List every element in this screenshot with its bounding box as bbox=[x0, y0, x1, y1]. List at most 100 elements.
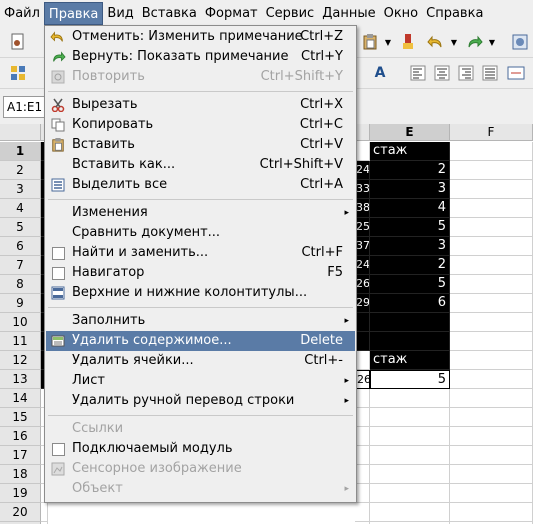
row-header[interactable]: 2 bbox=[0, 161, 41, 180]
cell-d[interactable]: 25 bbox=[355, 218, 370, 237]
row-header[interactable]: 20 bbox=[0, 503, 41, 522]
row-header[interactable]: 18 bbox=[0, 465, 41, 484]
cell-f[interactable] bbox=[450, 256, 533, 275]
menu-view[interactable]: Вид bbox=[103, 2, 137, 25]
cell-e[interactable]: 2 bbox=[370, 161, 450, 180]
menu-item-paste[interactable]: Вставить Ctrl+V bbox=[46, 135, 355, 155]
column-header-e[interactable]: E bbox=[370, 124, 450, 141]
cell-d[interactable]: 33 bbox=[355, 180, 370, 199]
cell-e[interactable] bbox=[370, 313, 450, 332]
cell-f[interactable] bbox=[450, 332, 533, 351]
cell-d[interactable] bbox=[355, 389, 370, 408]
cell-f[interactable] bbox=[450, 275, 533, 294]
cell-f[interactable] bbox=[450, 351, 533, 370]
cell-f[interactable] bbox=[450, 313, 533, 332]
menu-item-delete-manual-break[interactable]: Удалить ручной перевод строки ▸ bbox=[46, 391, 355, 411]
checkbox-icon[interactable] bbox=[50, 265, 66, 281]
menu-item-compare-document[interactable]: Сравнить документ... bbox=[46, 223, 355, 243]
new-document-icon[interactable] bbox=[8, 32, 28, 52]
align-right-icon[interactable] bbox=[456, 63, 476, 83]
menu-help[interactable]: Справка bbox=[422, 2, 487, 25]
align-left-icon[interactable] bbox=[408, 63, 428, 83]
row-header[interactable]: 17 bbox=[0, 446, 41, 465]
cell-d[interactable]: 24 bbox=[355, 161, 370, 180]
row-header[interactable]: 11 bbox=[0, 332, 41, 351]
row-header[interactable]: 6 bbox=[0, 237, 41, 256]
column-header-f[interactable]: F bbox=[450, 124, 533, 141]
cell-f[interactable] bbox=[450, 427, 533, 446]
cell-d[interactable]: 38 bbox=[355, 199, 370, 218]
cell-e[interactable]: стаж bbox=[370, 142, 450, 161]
cell-f[interactable] bbox=[450, 294, 533, 313]
menu-insert[interactable]: Вставка bbox=[138, 2, 201, 25]
cell-d[interactable] bbox=[355, 313, 370, 332]
cell-d[interactable] bbox=[355, 503, 370, 522]
row-header[interactable]: 1 bbox=[0, 142, 41, 161]
cell-f[interactable] bbox=[450, 161, 533, 180]
menu-window[interactable]: Окно bbox=[380, 2, 423, 25]
menu-item-cut[interactable]: Вырезать Ctrl+X bbox=[46, 95, 355, 115]
menu-item-delete-contents[interactable]: Удалить содержимое... Delete bbox=[46, 331, 355, 351]
cell-d[interactable] bbox=[355, 465, 370, 484]
checkbox-icon[interactable] bbox=[50, 441, 66, 457]
row-header[interactable]: 12 bbox=[0, 351, 41, 370]
menu-format[interactable]: Формат bbox=[201, 2, 262, 25]
cell-a[interactable] bbox=[41, 503, 48, 522]
redo-dropdown-icon[interactable]: ▼ bbox=[482, 32, 502, 52]
row-header[interactable]: 8 bbox=[0, 275, 41, 294]
row-header[interactable]: 16 bbox=[0, 427, 41, 446]
cell-e[interactable] bbox=[370, 484, 450, 503]
cell-e[interactable]: 6 bbox=[370, 294, 450, 313]
row-header[interactable]: 9 bbox=[0, 294, 41, 313]
cell-e[interactable] bbox=[370, 408, 450, 427]
menu-item-select-all[interactable]: Выделить все Ctrl+A bbox=[46, 175, 355, 195]
cell-f[interactable] bbox=[450, 180, 533, 199]
cell-d[interactable] bbox=[355, 408, 370, 427]
row-header[interactable]: 3 bbox=[0, 180, 41, 199]
menu-item-find-replace[interactable]: Найти и заменить... Ctrl+F bbox=[46, 243, 355, 263]
cell-e[interactable] bbox=[370, 465, 450, 484]
row-header[interactable]: 13 bbox=[0, 370, 41, 389]
cell-f[interactable] bbox=[450, 237, 533, 256]
cell-e[interactable]: 5 bbox=[370, 218, 450, 237]
row-header[interactable]: 15 bbox=[0, 408, 41, 427]
cell-d[interactable] bbox=[355, 484, 370, 503]
cell-f[interactable] bbox=[450, 142, 533, 161]
cell-d[interactable] bbox=[355, 332, 370, 351]
cell-e[interactable]: стаж bbox=[370, 351, 450, 370]
cell-d[interactable] bbox=[355, 351, 370, 370]
paste-icon[interactable] bbox=[360, 32, 380, 52]
row-header[interactable]: 19 bbox=[0, 484, 41, 503]
menu-item-sheet[interactable]: Лист ▸ bbox=[46, 371, 355, 391]
cell-e[interactable] bbox=[370, 427, 450, 446]
cell-f[interactable] bbox=[450, 370, 533, 389]
cell-d[interactable]: 26 bbox=[355, 370, 370, 389]
cell-f[interactable] bbox=[450, 389, 533, 408]
cell-f[interactable] bbox=[450, 484, 533, 503]
align-center-icon[interactable] bbox=[432, 63, 452, 83]
cell-e[interactable]: 5 bbox=[370, 275, 450, 294]
menu-item-headers-footers[interactable]: Верхние и нижние колонтитулы... bbox=[46, 283, 355, 303]
cell-f[interactable] bbox=[450, 218, 533, 237]
cell-f[interactable] bbox=[450, 503, 533, 522]
menu-item-copy[interactable]: Копировать Ctrl+C bbox=[46, 115, 355, 135]
row-header[interactable]: 7 bbox=[0, 256, 41, 275]
checkbox-icon[interactable] bbox=[50, 245, 66, 261]
cell-d[interactable]: 37 bbox=[355, 237, 370, 256]
font-color-icon[interactable]: A bbox=[370, 63, 390, 83]
merge-cells-icon[interactable] bbox=[506, 63, 526, 83]
cell-f[interactable] bbox=[450, 408, 533, 427]
menu-item-delete-cells[interactable]: Удалить ячейки... Ctrl+- bbox=[46, 351, 355, 371]
menu-item-redo[interactable]: Вернуть: Показать примечание Ctrl+Y bbox=[46, 47, 355, 67]
cell-f[interactable] bbox=[450, 465, 533, 484]
menu-item-navigator[interactable]: Навигатор F5 bbox=[46, 263, 355, 283]
cell-e[interactable]: 3 bbox=[370, 180, 450, 199]
cell-e[interactable]: 2 bbox=[370, 256, 450, 275]
cell-e[interactable] bbox=[370, 446, 450, 465]
cell-d[interactable]: 24 bbox=[355, 256, 370, 275]
cell-e[interactable]: 3 bbox=[370, 237, 450, 256]
cell-f[interactable] bbox=[450, 199, 533, 218]
menu-item-paste-special[interactable]: Вставить как... Ctrl+Shift+V bbox=[46, 155, 355, 175]
styles-icon[interactable] bbox=[8, 63, 28, 83]
cell-d[interactable] bbox=[355, 427, 370, 446]
